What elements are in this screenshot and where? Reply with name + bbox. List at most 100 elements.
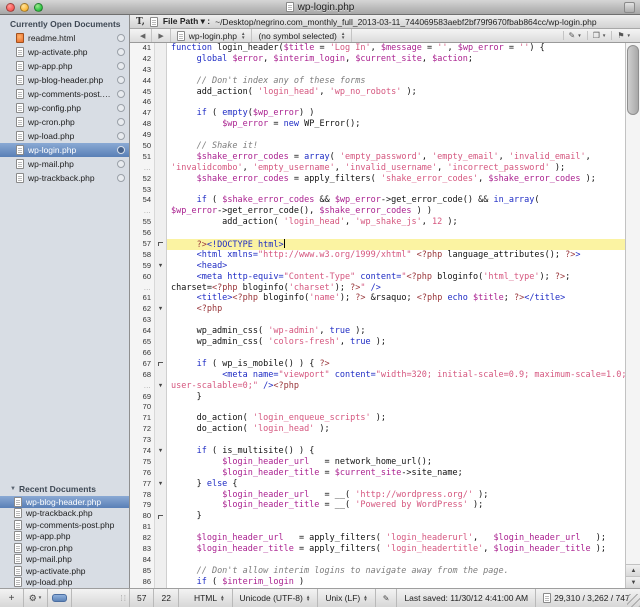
code-line[interactable]: 58 <html xmlns="http://www.w3.org/1999/x…	[130, 250, 625, 261]
sidebar-toggle-button[interactable]	[48, 589, 72, 607]
code-line[interactable]: 68 <meta name="viewport" content="width=…	[130, 370, 625, 381]
close-document-icon[interactable]	[117, 104, 125, 112]
document-list-item[interactable]: wp-load.php	[0, 129, 129, 143]
document-list-item[interactable]: wp-load.php	[0, 577, 129, 589]
code-line[interactable]: 50 // Shake it!	[130, 141, 625, 152]
edit-menu-button[interactable]: ✎▼	[563, 31, 587, 40]
code-line[interactable]: 41function login_header($title = 'Log In…	[130, 43, 625, 54]
fold-marker-icon[interactable]: ▼	[155, 446, 167, 457]
document-settings-icon[interactable]	[150, 17, 158, 27]
document-list-item[interactable]: wp-config.php	[0, 101, 129, 115]
fold-marker-icon[interactable]: ▼	[155, 304, 167, 315]
code-line[interactable]: 82 $login_header_url = apply_filters( 'l…	[130, 533, 625, 544]
code-line[interactable]: 78 $login_header_url = __( 'http://wordp…	[130, 490, 625, 501]
close-document-icon[interactable]	[117, 160, 125, 168]
code-line[interactable]: 70	[130, 402, 625, 413]
document-list-item[interactable]: wp-cron.php	[0, 542, 129, 554]
code-line[interactable]: 76 $login_header_title = $current_site->…	[130, 468, 625, 479]
fold-marker-icon[interactable]	[155, 511, 167, 522]
code-line[interactable]: 72 do_action( 'login_head' );	[130, 424, 625, 435]
document-list-item[interactable]: wp-app.php	[0, 59, 129, 73]
code-line[interactable]: 59▼ <head>	[130, 261, 625, 272]
close-document-icon[interactable]	[117, 146, 125, 154]
code-line[interactable]: 79 $login_header_title = __( 'Powered by…	[130, 500, 625, 511]
code-line[interactable]: 46	[130, 97, 625, 108]
fold-marker-icon[interactable]: ▼	[155, 381, 167, 392]
code-line[interactable]: …charset=<?php bloginfo('charset'); ?>" …	[130, 283, 625, 294]
close-document-icon[interactable]	[117, 34, 125, 42]
document-list-item[interactable]: wp-comments-post.php	[0, 87, 129, 101]
window-resize-grip[interactable]	[627, 594, 640, 607]
code-line[interactable]: 62▼ <?php	[130, 304, 625, 315]
code-line[interactable]: 64 wp_admin_css( 'wp-admin', true );	[130, 326, 625, 337]
code-editor[interactable]: 41function login_header($title = 'Log In…	[130, 43, 640, 588]
zoom-window-icon[interactable]	[34, 3, 43, 12]
document-list-item[interactable]: wp-blog-header.php	[0, 73, 129, 87]
code-line[interactable]: …▼user-scalable=0;" /><?php	[130, 381, 625, 392]
code-line[interactable]: 57 ?><!DOCTYPE html>	[130, 239, 625, 250]
code-line[interactable]: 65 wp_admin_css( 'colors-fresh', true );	[130, 337, 625, 348]
close-document-icon[interactable]	[117, 76, 125, 84]
code-text-area[interactable]: 41function login_header($title = 'Log In…	[130, 43, 625, 588]
code-line[interactable]: 71 do_action( 'login_enqueue_scripts' );	[130, 413, 625, 424]
document-list-item[interactable]: wp-activate.php	[0, 565, 129, 577]
code-line[interactable]: 85 // Don't allow interim logins to navi…	[130, 566, 625, 577]
scroll-down-icon[interactable]: ▼	[626, 576, 640, 588]
documents-menu-button[interactable]: ❐▼	[587, 31, 612, 40]
document-list-item[interactable]: wp-blog-header.php	[0, 496, 129, 508]
code-line[interactable]: 63	[130, 315, 625, 326]
code-line[interactable]: …$wp_error->get_error_code(), $shake_err…	[130, 206, 625, 217]
code-line[interactable]: 54 if ( $shake_error_codes && $wp_error-…	[130, 195, 625, 206]
code-line[interactable]: 84	[130, 555, 625, 566]
code-line[interactable]: 42 global $error, $interim_login, $curre…	[130, 54, 625, 65]
fold-marker-icon[interactable]	[155, 239, 167, 250]
file-path-popup[interactable]: File Path ▾ :	[163, 16, 210, 27]
markers-menu-button[interactable]: ⚑▼	[611, 31, 636, 40]
code-line[interactable]: 73	[130, 435, 625, 446]
code-line[interactable]: 53	[130, 185, 625, 196]
symbol-popup[interactable]: (no symbol selected) ▲▼	[252, 29, 352, 42]
code-line[interactable]: 77▼ } else {	[130, 479, 625, 490]
code-line[interactable]: 86 if ( $interim_login )	[130, 577, 625, 588]
forward-button[interactable]: ▶	[152, 29, 170, 42]
code-line[interactable]: 67 if ( wp_is_mobile() ) { ?>	[130, 359, 625, 370]
document-popup[interactable]: wp-login.php ▲▼	[171, 29, 253, 42]
code-line[interactable]: 51 $shake_error_codes = array( 'empty_pa…	[130, 152, 625, 163]
scrollbar-thumb[interactable]	[627, 45, 639, 115]
code-line[interactable]: 75 $login_header_url = network_home_url(…	[130, 457, 625, 468]
document-list-item[interactable]: wp-trackback.php	[0, 508, 129, 520]
code-line[interactable]: 74▼ if ( is_multisite() ) {	[130, 446, 625, 457]
close-document-icon[interactable]	[117, 118, 125, 126]
document-list-item[interactable]: wp-mail.php	[0, 157, 129, 171]
code-line[interactable]: 80 }	[130, 511, 625, 522]
close-document-icon[interactable]	[117, 132, 125, 140]
code-line[interactable]: 66	[130, 348, 625, 359]
code-line[interactable]: 48 $wp_error = new WP_Error();	[130, 119, 625, 130]
actions-gear-button[interactable]: ⚙▼	[24, 589, 48, 607]
fold-marker-icon[interactable]: ▼	[155, 261, 167, 272]
code-line[interactable]: 60 <meta http-equiv="Content-Type" conte…	[130, 272, 625, 283]
document-list-item[interactable]: readme.html	[0, 31, 129, 45]
code-line[interactable]: 47 if ( empty($wp_error) )	[130, 108, 625, 119]
document-list-item[interactable]: wp-app.php	[0, 531, 129, 543]
close-document-icon[interactable]	[117, 90, 125, 98]
scroll-up-icon[interactable]: ▲	[626, 564, 640, 576]
document-list-item[interactable]: wp-comments-post.php	[0, 519, 129, 531]
text-options-icon[interactable]: T,	[136, 17, 145, 27]
close-document-icon[interactable]	[117, 48, 125, 56]
line-endings-popup[interactable]: Unix (LF)▲▼	[318, 589, 375, 607]
code-line[interactable]: …'invalidcombo', 'empty_username', 'inva…	[130, 163, 625, 174]
language-popup[interactable]: HTML▲▼	[187, 589, 233, 607]
add-document-button[interactable]: +	[0, 589, 24, 607]
disclosure-triangle-icon[interactable]: ▼	[10, 486, 16, 492]
code-line[interactable]: 56	[130, 228, 625, 239]
code-line[interactable]: 81	[130, 522, 625, 533]
vertical-scrollbar[interactable]: ▲ ▼	[625, 43, 640, 588]
close-document-icon[interactable]	[117, 62, 125, 70]
toolbar-toggle-icon[interactable]	[624, 2, 635, 13]
code-line[interactable]: 52 $shake_error_codes = apply_filters( '…	[130, 174, 625, 185]
title-bar[interactable]: wp-login.php	[0, 0, 640, 15]
code-line[interactable]: 55 add_action( 'login_head', 'wp_shake_j…	[130, 217, 625, 228]
code-line[interactable]: 45 add_action( 'login_head', 'wp_no_robo…	[130, 87, 625, 98]
document-list-item[interactable]: wp-mail.php	[0, 554, 129, 566]
